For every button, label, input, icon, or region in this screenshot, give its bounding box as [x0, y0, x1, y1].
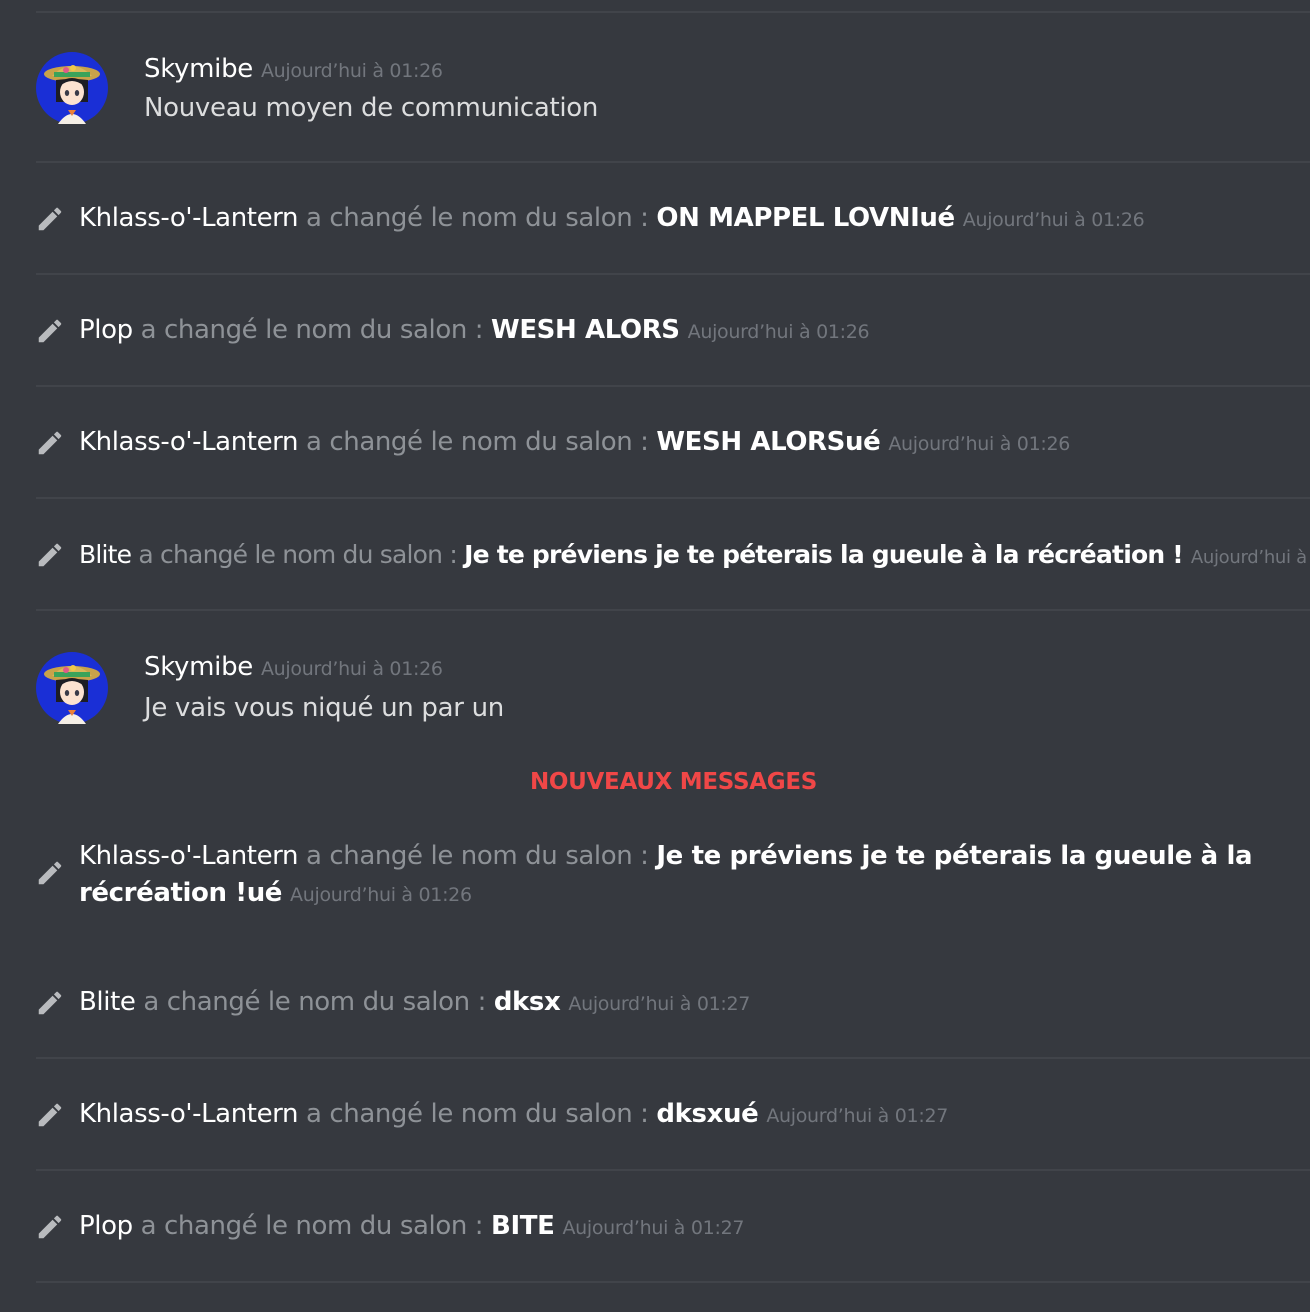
system-message-text: Blite a changé le nom du salon : dksx Auj… [79, 984, 1290, 1023]
pencil-icon [38, 207, 62, 231]
system-message-text: Khlass-o'-Lantern a changé le nom du sal… [79, 838, 1262, 914]
pencil-icon [38, 991, 62, 1015]
message-timestamp: Aujourd’hui à 01:26 [290, 884, 472, 906]
channel-name: Je te préviens je te péterais la gueule … [464, 540, 1184, 569]
pencil-icon [38, 319, 62, 343]
system-message-text: Plop a changé le nom du salon : WESH ALO… [79, 312, 1290, 351]
message-timestamp: Aujourd’hui à 01:26 [888, 433, 1071, 455]
action-text: a changé le nom du salon : [305, 841, 649, 871]
system-message-text: Khlass-o'-Lantern a changé le nom du sal… [79, 424, 1290, 463]
actor-name[interactable]: Plop [79, 1211, 133, 1241]
channel-name: dksxué [656, 1099, 759, 1129]
message-timestamp: Aujourd’hui à 01:27 [568, 993, 751, 1015]
actor-name[interactable]: Blite [79, 987, 136, 1017]
message-timestamp: Aujourd’hui à 01:26 [260, 658, 443, 680]
pencil-icon [38, 1103, 62, 1127]
action-text: a changé le nom du salon : [305, 203, 649, 233]
system-message-text: Khlass-o'-Lantern a changé le nom du sal… [79, 1096, 1290, 1135]
username[interactable]: Skymibe [144, 54, 253, 84]
actor-name[interactable]: Khlass-o'-Lantern [79, 841, 298, 871]
actor-name[interactable]: Plop [79, 315, 133, 345]
action-text: a changé le nom du salon : [140, 1211, 484, 1241]
message-content: Nouveau moyen de communication [144, 93, 599, 123]
message-timestamp: Aujourd’hui à 01:26 [962, 209, 1145, 231]
channel-name: WESH ALORS [491, 315, 680, 345]
action-text: a changé le nom du salon : [305, 1099, 649, 1129]
message-divider [36, 609, 1310, 611]
new-messages-divider: NOUVEAUX MESSAGES [529, 769, 818, 795]
message-divider [36, 1169, 1310, 1171]
channel-name: dksx [493, 987, 561, 1017]
message-timestamp: Aujourd’hui à 01:26 [687, 321, 870, 343]
message-content: Je vais vous niqué un par un [144, 693, 504, 723]
message-header: Skymibe Aujourd’hui à 01:26 [144, 54, 443, 84]
message-divider [36, 161, 1310, 163]
channel-name: BITE [491, 1211, 555, 1241]
actor-name[interactable]: Khlass-o'-Lantern [79, 427, 298, 457]
user-avatar[interactable] [36, 652, 108, 724]
message-timestamp: Aujourd’hui à 01:26 [260, 60, 443, 82]
message-divider [36, 497, 1310, 499]
message-divider [36, 273, 1310, 275]
system-message-text: Blite a changé le nom du salon : Je te p… [79, 536, 1310, 576]
message-timestamp: Aujourd’hui à 01:27 [766, 1105, 949, 1127]
chat-messages: Skymibe Aujourd’hui à 01:26 Nouveau moyen… [0, 0, 1310, 1312]
system-message-text: Plop a changé le nom du salon : BITE Aujo… [79, 1208, 1290, 1247]
channel-name: WESH ALORSué [656, 427, 881, 457]
actor-name[interactable]: Blite [79, 540, 132, 569]
message-header: Skymibe Aujourd’hui à 01:26 [144, 652, 443, 682]
pencil-icon [38, 431, 62, 455]
message-divider [36, 385, 1310, 387]
actor-name[interactable]: Khlass-o'-Lantern [79, 203, 298, 233]
pencil-icon [38, 1215, 62, 1239]
message-divider [36, 1281, 1310, 1283]
username[interactable]: Skymibe [144, 652, 253, 682]
system-message-text: Khlass-o'-Lantern a changé le nom du sal… [79, 200, 1290, 239]
message-timestamp: Aujourd’hui à 01:27 [562, 1217, 745, 1239]
channel-name: ON MAPPEL LOVNIué [656, 203, 955, 233]
action-text: a changé le nom du salon : [138, 540, 457, 569]
actor-name[interactable]: Khlass-o'-Lantern [79, 1099, 298, 1129]
message-timestamp: Aujourd’hui à 01:26 [1190, 547, 1310, 568]
action-text: a changé le nom du salon : [143, 987, 486, 1017]
action-text: a changé le nom du salon : [305, 427, 649, 457]
action-text: a changé le nom du salon : [140, 315, 484, 345]
user-avatar[interactable] [36, 52, 108, 124]
message-divider [36, 1057, 1310, 1059]
message-divider [36, 11, 1310, 13]
pencil-icon [38, 861, 62, 885]
pencil-icon [38, 543, 62, 567]
